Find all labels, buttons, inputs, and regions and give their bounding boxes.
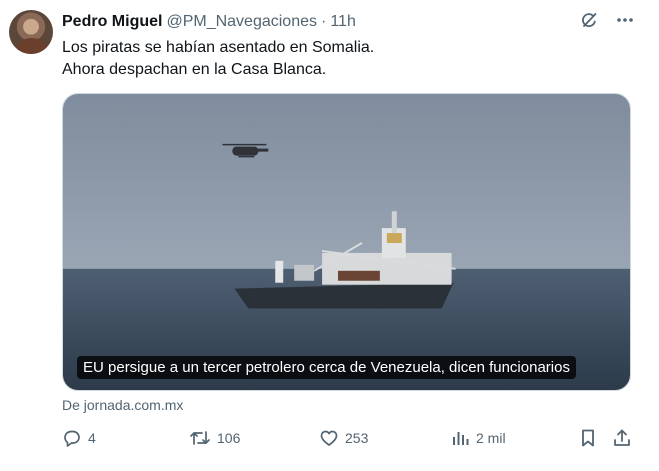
reply-button[interactable]: 4 [62,426,96,450]
tweet-text-line: Los piratas se habían asentado en Somali… [62,39,375,56]
like-count: 253 [345,430,369,446]
tweet-text-line: Ahora despachan en la Casa Blanca. [62,61,327,78]
views-icon [450,428,470,448]
reply-icon [62,428,82,448]
views-count: 2 mil [476,430,506,446]
avatar[interactable] [9,10,53,54]
tweet-actions: 4 106 253 2 mil [62,426,633,450]
bookmark-button[interactable] [578,426,598,450]
grok-icon[interactable] [579,10,599,30]
tweet[interactable]: Pedro Miguel @PM_Navegaciones · 11h Los … [0,0,659,471]
card-image [63,94,630,390]
share-button[interactable] [612,426,632,450]
reply-count: 4 [88,430,96,446]
like-icon [319,428,339,448]
like-button[interactable]: 253 [319,426,368,450]
author-handle[interactable]: @PM_Navegaciones [166,13,317,31]
card-source[interactable]: De jornada.com.mx [62,397,183,413]
views-button[interactable]: 2 mil [450,426,506,450]
header-separator: · [321,13,327,30]
link-card[interactable]: EU persigue a un tercer petrolero cerca … [62,93,631,391]
tweet-header: Pedro Miguel @PM_Navegaciones · 11h [62,12,356,32]
tweet-top-actions [579,10,635,30]
tweet-time[interactable]: 11h [330,13,356,31]
bookmark-icon [578,428,598,448]
tweet-text: Los piratas se habían asentado en Somali… [62,37,374,81]
repost-button[interactable]: 106 [189,426,240,450]
author-name[interactable]: Pedro Miguel [62,13,162,31]
card-caption: EU persigue a un tercer petrolero cerca … [77,356,576,379]
more-icon[interactable] [615,10,635,30]
repost-count: 106 [217,430,241,446]
share-icon [612,428,632,448]
repost-icon [189,428,211,448]
